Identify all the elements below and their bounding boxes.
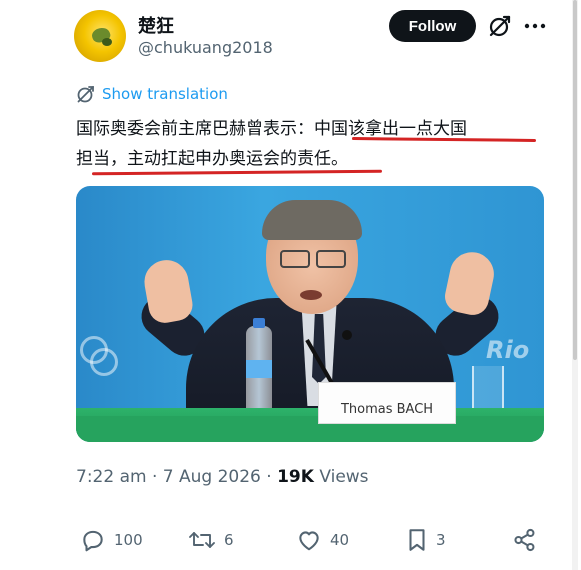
- like-count: 40: [330, 531, 350, 549]
- bookmark-icon: [409, 529, 425, 551]
- olympic-ring: [90, 348, 118, 376]
- avatar[interactable]: [74, 10, 126, 62]
- scrollbar[interactable]: [572, 0, 578, 570]
- scrollbar-thumb[interactable]: [573, 0, 577, 360]
- tweet-line1-highlight: 中国该拿出一点大国: [314, 119, 467, 139]
- share-icon: [514, 528, 535, 552]
- avatar-bird-detail: [102, 38, 112, 46]
- repost-count: 6: [224, 531, 234, 549]
- tweet-line2-highlight: 担当，主动扛起申办奥运会的责任: [76, 149, 331, 169]
- more-icon[interactable]: [522, 14, 548, 38]
- glasses-lens: [316, 250, 346, 268]
- desk-front: [76, 416, 544, 442]
- glasses-lens: [280, 250, 310, 268]
- tweet-photo[interactable]: Rio Thomas BACH: [76, 186, 544, 442]
- tweet-time[interactable]: 7:22 am: [76, 467, 147, 487]
- tweet-line2-end: 。: [331, 149, 348, 169]
- share-button[interactable]: [512, 527, 538, 553]
- like-icon: [299, 531, 319, 551]
- views-count: 19K: [277, 467, 314, 487]
- tweet-meta: 7:22 am · 7 Aug 2026 · 19K Views: [76, 467, 369, 487]
- water-glass: [472, 366, 504, 412]
- speaker-mouth: [300, 290, 322, 300]
- like-button[interactable]: 40: [296, 527, 349, 553]
- tweet-date[interactable]: 7 Aug 2026: [163, 467, 261, 487]
- follow-button[interactable]: Follow: [389, 10, 476, 42]
- reply-count: 100: [114, 531, 143, 549]
- nameplate: Thomas BACH: [318, 382, 456, 424]
- translate-icon: [77, 86, 94, 103]
- bookmark-button[interactable]: 3: [406, 527, 446, 553]
- grok-icon[interactable]: [488, 14, 512, 38]
- repost-icon: [189, 532, 215, 548]
- water-bottle: [246, 318, 272, 418]
- microphone-head: [342, 330, 352, 340]
- meta-separator: ·: [260, 467, 278, 487]
- reply-button[interactable]: 100: [80, 527, 143, 553]
- show-translation[interactable]: Show translation: [76, 84, 228, 104]
- reply-icon: [83, 530, 103, 552]
- meta-separator: ·: [146, 467, 163, 487]
- bookmark-count: 3: [436, 531, 446, 549]
- tweet-text: 国际奥委会前主席巴赫曾表示：中国该拿出一点大国 担当，主动扛起申办奥运会的责任。: [76, 114, 546, 174]
- views-label: Views: [313, 467, 369, 487]
- tweet-line1-plain: 国际奥委会前主席巴赫曾表示：: [76, 119, 314, 139]
- speaker-hair: [262, 200, 362, 240]
- show-translation-label[interactable]: Show translation: [102, 85, 228, 103]
- display-name[interactable]: 楚狂: [138, 12, 174, 38]
- user-handle[interactable]: @chukuang2018: [138, 38, 273, 57]
- rio-backdrop-text: Rio: [486, 336, 530, 364]
- repost-button[interactable]: 6: [188, 527, 234, 553]
